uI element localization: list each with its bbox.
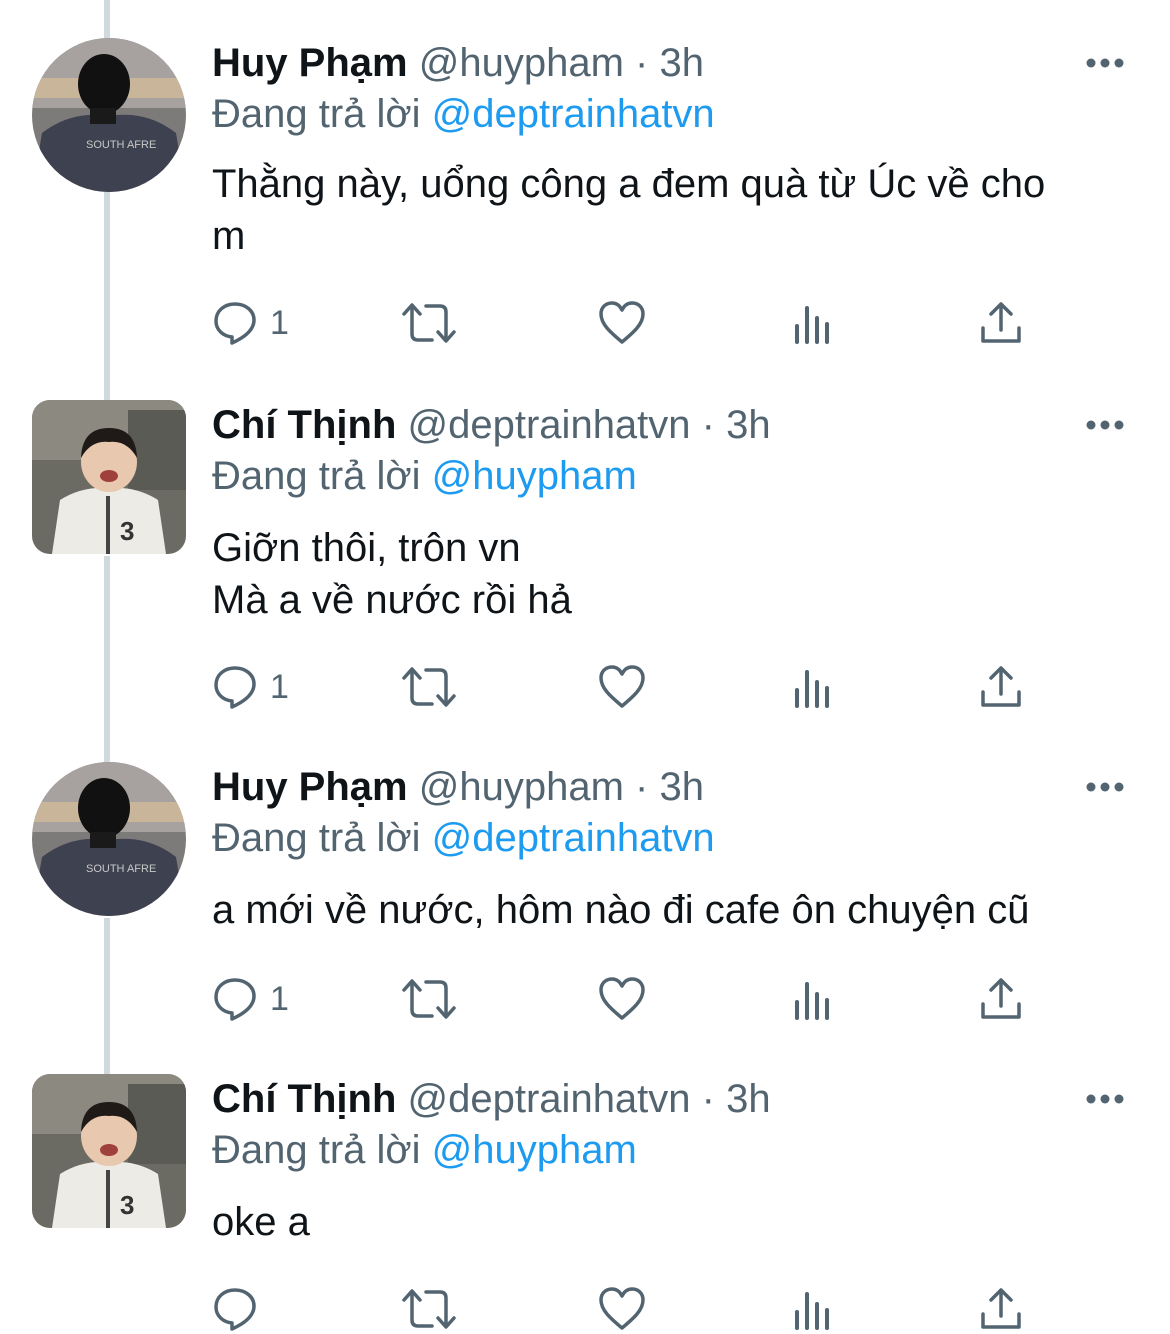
retweet-button[interactable]	[400, 298, 458, 348]
heart-icon	[599, 1287, 645, 1330]
thread-line	[104, 556, 110, 762]
avatar[interactable]: SOUTH AFRE	[32, 762, 186, 916]
reply-button[interactable]: 1	[212, 974, 289, 1024]
like-button[interactable]	[598, 1284, 646, 1334]
action-bar: 1	[212, 298, 1092, 348]
handle[interactable]: @huypham	[419, 41, 624, 85]
svg-text:3: 3	[120, 516, 134, 546]
tweet-text: oke a	[212, 1200, 310, 1244]
reply-count: 1	[270, 667, 289, 706]
avatar[interactable]: SOUTH AFRE	[32, 38, 186, 192]
display-name[interactable]: Chí Thịnh	[212, 403, 396, 447]
tweet-text: Thằng này, uổng công a đem quà từ Úc về …	[212, 162, 1046, 258]
action-bar: 1	[212, 662, 1092, 712]
display-name[interactable]: Huy Phạm	[212, 765, 408, 809]
reply-button[interactable]: 1	[212, 662, 289, 712]
like-button[interactable]	[598, 662, 646, 712]
action-bar: 1	[212, 974, 1092, 1024]
timestamp[interactable]: 3h	[659, 765, 704, 809]
bar-chart-icon	[795, 982, 829, 1020]
more-dots-icon[interactable]	[1084, 762, 1126, 812]
retweet-button[interactable]	[400, 1284, 458, 1334]
thread-line	[104, 918, 110, 1074]
handle[interactable]: @deptrainhatvn	[408, 403, 691, 447]
share-button[interactable]	[978, 298, 1024, 348]
retweet-button[interactable]	[400, 662, 458, 712]
views-button[interactable]	[792, 974, 834, 1024]
thread-line	[104, 0, 110, 38]
separator: ·	[635, 41, 649, 85]
handle[interactable]: @huypham	[419, 765, 624, 809]
replying-to-label: Đang trả lời	[212, 816, 421, 860]
reply-button[interactable]: 1	[212, 298, 289, 348]
views-button[interactable]	[792, 662, 834, 712]
tweet-header: Huy Phạm @huypham · 3h	[212, 762, 704, 812]
share-button[interactable]	[978, 1284, 1024, 1334]
separator: ·	[701, 403, 715, 447]
share-upload-icon	[981, 666, 1021, 707]
timestamp[interactable]: 3h	[659, 41, 704, 85]
bar-chart-icon	[795, 670, 829, 708]
heart-icon	[599, 301, 645, 344]
svg-text:SOUTH AFRE: SOUTH AFRE	[86, 139, 156, 151]
views-button[interactable]	[792, 1284, 834, 1334]
like-button[interactable]	[598, 974, 646, 1024]
replying-to: Đang trả lời @huypham	[212, 1124, 637, 1176]
separator: ·	[701, 1077, 715, 1121]
replying-to-label: Đang trả lời	[212, 1128, 421, 1172]
reply-count: 1	[270, 979, 289, 1018]
mention-link[interactable]: @deptrainhatvn	[432, 816, 715, 860]
tweet-text: Giỡn thôi, trôn vn Mà a về nước rồi hả	[212, 526, 572, 622]
like-button[interactable]	[598, 298, 646, 348]
reply-bubble-icon	[214, 1288, 256, 1331]
timestamp[interactable]: 3h	[726, 1077, 771, 1121]
retweet-icon	[402, 1289, 456, 1329]
share-upload-icon	[981, 1288, 1021, 1329]
reply-bubble-icon	[214, 302, 256, 345]
share-upload-icon	[981, 302, 1021, 343]
reply-button[interactable]	[212, 1284, 270, 1334]
bar-chart-icon	[795, 306, 829, 344]
retweet-icon	[402, 979, 456, 1019]
avatar[interactable]: 3	[32, 400, 186, 554]
svg-text:SOUTH AFRE: SOUTH AFRE	[86, 863, 156, 875]
more-dots-icon[interactable]	[1084, 38, 1126, 88]
replying-to: Đang trả lời @deptrainhatvn	[212, 812, 715, 864]
handle[interactable]: @deptrainhatvn	[408, 1077, 691, 1121]
heart-icon	[599, 665, 645, 708]
bar-chart-icon	[795, 1292, 829, 1330]
share-button[interactable]	[978, 662, 1024, 712]
tweet-header: Huy Phạm @huypham · 3h	[212, 38, 704, 88]
share-button[interactable]	[978, 974, 1024, 1024]
thread-line	[104, 192, 110, 400]
heart-icon	[599, 977, 645, 1020]
mention-link[interactable]: @huypham	[432, 1128, 637, 1172]
reply-count: 1	[270, 303, 289, 342]
retweet-button[interactable]	[400, 974, 458, 1024]
tweet-header: Chí Thịnh @deptrainhatvn · 3h	[212, 400, 771, 450]
tweet-header: Chí Thịnh @deptrainhatvn · 3h	[212, 1074, 771, 1124]
reply-bubble-icon	[214, 666, 256, 709]
retweet-icon	[402, 303, 456, 343]
more-dots-icon[interactable]	[1084, 400, 1126, 450]
tweet-text: a mới về nước, hôm nào đi cafe ôn chuyện…	[212, 888, 1030, 932]
svg-text:3: 3	[120, 1190, 134, 1220]
reply-bubble-icon	[214, 978, 256, 1021]
views-button[interactable]	[792, 298, 834, 348]
replying-to-label: Đang trả lời	[212, 92, 421, 136]
display-name[interactable]: Huy Phạm	[212, 41, 408, 85]
replying-to: Đang trả lời @deptrainhatvn	[212, 88, 715, 140]
replying-to: Đang trả lời @huypham	[212, 450, 637, 502]
avatar[interactable]: 3	[32, 1074, 186, 1228]
timestamp[interactable]: 3h	[726, 403, 771, 447]
display-name[interactable]: Chí Thịnh	[212, 1077, 396, 1121]
replying-to-label: Đang trả lời	[212, 454, 421, 498]
mention-link[interactable]: @huypham	[432, 454, 637, 498]
retweet-icon	[402, 667, 456, 707]
share-upload-icon	[981, 978, 1021, 1019]
mention-link[interactable]: @deptrainhatvn	[432, 92, 715, 136]
more-dots-icon[interactable]	[1084, 1074, 1126, 1124]
action-bar	[212, 1284, 1092, 1334]
separator: ·	[635, 765, 649, 809]
